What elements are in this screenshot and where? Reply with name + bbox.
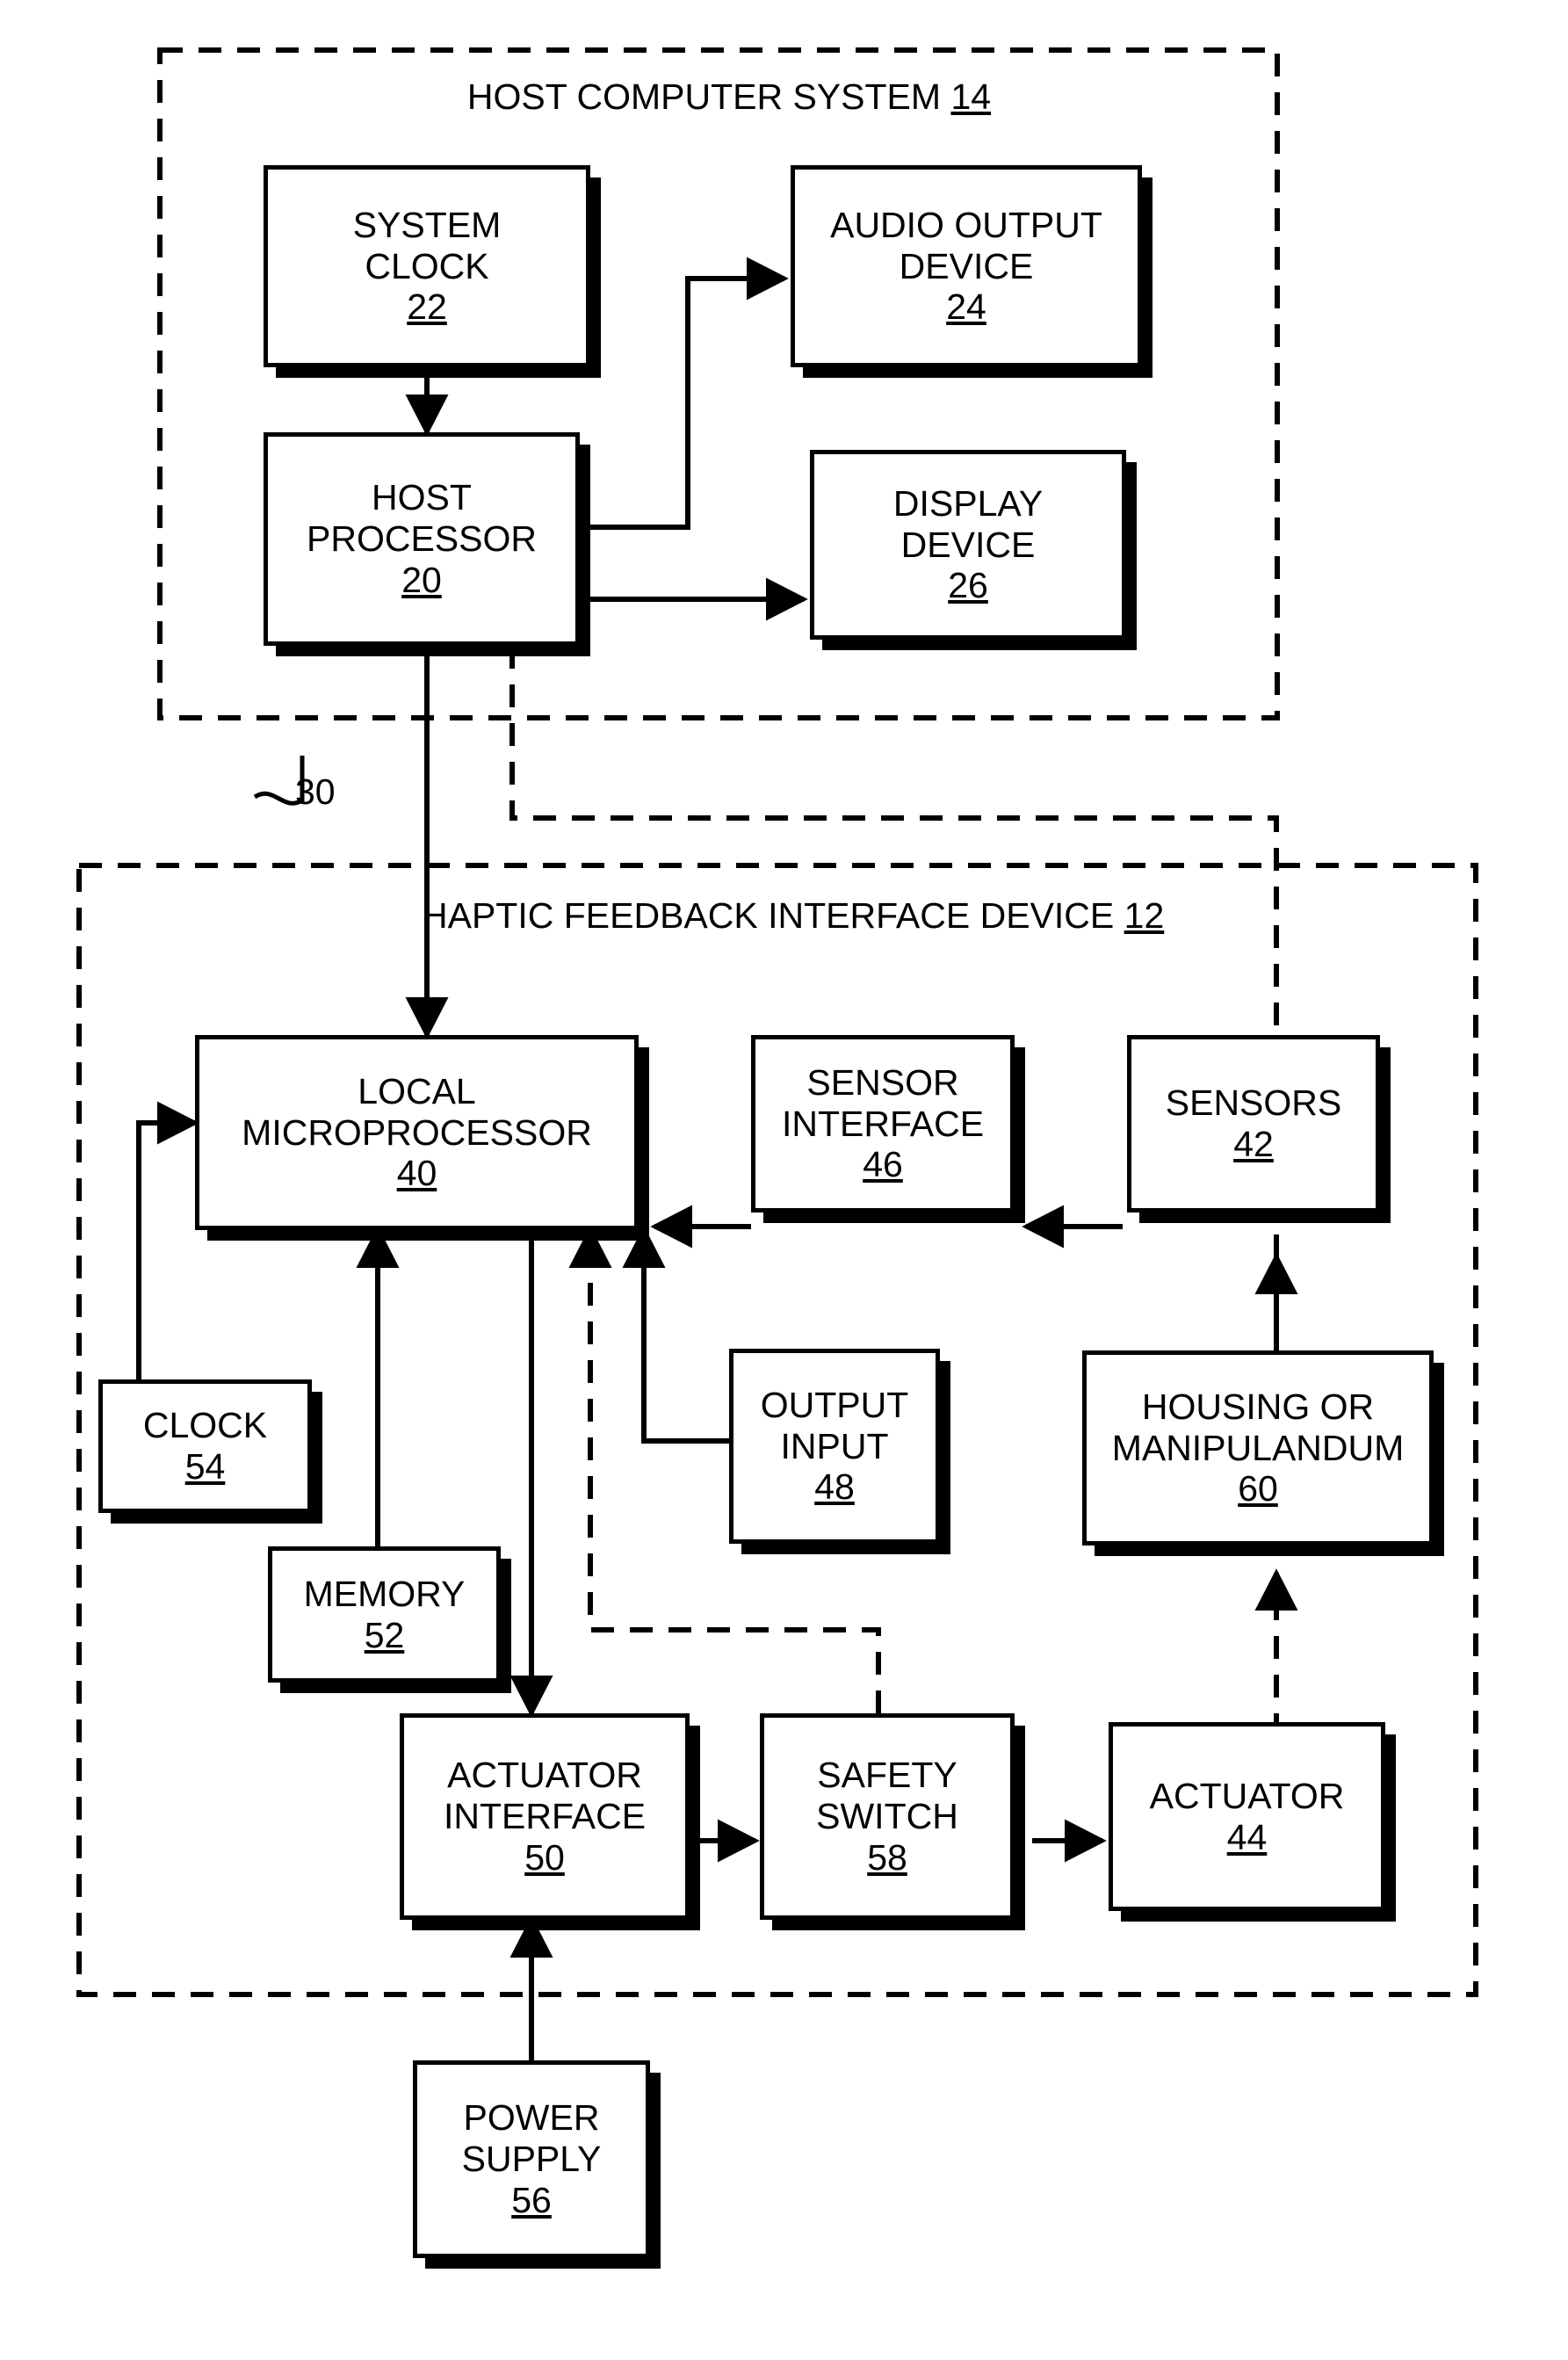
output-input-number: 48 xyxy=(814,1466,855,1508)
system-clock-line2: CLOCK xyxy=(365,245,489,286)
local-microprocessor-number: 40 xyxy=(396,1153,437,1194)
system-clock-number: 22 xyxy=(407,286,447,328)
block-actuator[interactable]: ACTUATOR 44 xyxy=(1109,1722,1385,1911)
power-supply-number: 56 xyxy=(511,2179,552,2220)
display-device-number: 26 xyxy=(948,565,988,606)
host-processor-line2: PROCESSOR xyxy=(307,518,537,560)
housing-number: 60 xyxy=(1238,1468,1278,1509)
block-sensors[interactable]: SENSORS 42 xyxy=(1127,1035,1380,1213)
block-sensor-interface[interactable]: SENSOR INTERFACE 46 xyxy=(751,1035,1015,1213)
block-memory[interactable]: MEMORY 52 xyxy=(268,1546,501,1683)
actuator-interface-line2: INTERFACE xyxy=(443,1796,647,1837)
actuator-interface-number: 50 xyxy=(524,1836,565,1878)
clock-line1: CLOCK xyxy=(142,1405,268,1446)
block-audio-output-device[interactable]: AUDIO OUTPUT DEVICE 24 xyxy=(791,165,1142,367)
safety-switch-line1: SAFETY xyxy=(817,1755,957,1796)
clock-number: 54 xyxy=(184,1446,226,1487)
housing-line2: MANIPULANDUM xyxy=(1111,1427,1405,1468)
actuator-interface-line1: ACTUATOR xyxy=(447,1755,642,1796)
block-local-microprocessor[interactable]: LOCAL MICROPROCESSOR 40 xyxy=(195,1035,639,1230)
system-clock-line1: SYSTEM xyxy=(352,204,502,245)
host-processor-line1: HOST xyxy=(372,477,472,518)
host-title-ref: 14 xyxy=(950,76,992,117)
block-system-clock[interactable]: SYSTEM CLOCK 22 xyxy=(264,165,590,367)
sensor-interface-line1: SENSOR xyxy=(806,1061,959,1103)
audio-output-line1: AUDIO OUTPUT xyxy=(830,204,1102,245)
wire-output-input-to-microprocessor xyxy=(622,1226,729,1444)
block-display-device[interactable]: DISPLAY DEVICE 26 xyxy=(810,450,1126,640)
housing-line1: HOUSING OR xyxy=(1141,1386,1375,1427)
sensors-number: 42 xyxy=(1233,1124,1274,1164)
output-input-line2: INPUT xyxy=(780,1425,889,1466)
actuator-line1: ACTUATOR xyxy=(1149,1775,1345,1816)
display-device-line1: DISPLAY xyxy=(892,482,1044,524)
block-clock[interactable]: CLOCK 54 xyxy=(98,1379,312,1513)
output-input-line1: OUTPUT xyxy=(760,1384,909,1425)
haptic-title-line1: HAPTIC FEEDBACK xyxy=(422,895,758,936)
haptic-title-line2: INTERFACE DEVICE xyxy=(768,895,1115,936)
safety-switch-line2: SWITCH xyxy=(816,1796,958,1837)
block-actuator-interface[interactable]: ACTUATOR INTERFACE 50 xyxy=(400,1713,690,1920)
actuator-number: 44 xyxy=(1226,1816,1268,1857)
haptic-title-ref: 12 xyxy=(1124,895,1165,936)
host-computer-system-title: HOST COMPUTER SYSTEM 14 xyxy=(369,76,1089,118)
block-output-input[interactable]: OUTPUT INPUT 48 xyxy=(729,1349,940,1544)
safety-switch-number: 58 xyxy=(867,1836,907,1878)
sensors-line1: SENSORS xyxy=(1165,1082,1342,1124)
block-housing-or-manipulandum[interactable]: HOUSING OR MANIPULANDUM 60 xyxy=(1082,1350,1434,1546)
block-power-supply[interactable]: POWER SUPPLY 56 xyxy=(413,2060,650,2258)
haptic-device-title: HAPTIC FEEDBACK INTERFACE DEVICE 12 xyxy=(422,895,1164,937)
wire-host-processor-to-audio xyxy=(580,257,789,530)
sensor-interface-line2: INTERFACE xyxy=(781,1103,985,1144)
local-microprocessor-line1: LOCAL xyxy=(358,1070,476,1111)
host-processor-number: 20 xyxy=(401,559,442,600)
local-microprocessor-line2: MICROPROCESSOR xyxy=(242,1111,592,1153)
power-supply-line2: SUPPLY xyxy=(461,2139,602,2180)
block-safety-switch[interactable]: SAFETY SWITCH 58 xyxy=(760,1713,1015,1920)
block-host-processor[interactable]: HOST PROCESSOR 20 xyxy=(264,432,580,646)
power-supply-line1: POWER xyxy=(463,2097,600,2139)
bus-reference-label: 30 xyxy=(295,771,336,812)
host-title-text: HOST COMPUTER SYSTEM xyxy=(466,76,942,117)
display-device-line2: DEVICE xyxy=(900,524,1036,565)
audio-output-line2: DEVICE xyxy=(899,245,1034,286)
memory-line1: MEMORY xyxy=(303,1573,466,1614)
memory-number: 52 xyxy=(364,1614,405,1655)
wire-clock-to-microprocessor xyxy=(136,1101,199,1379)
sensor-interface-number: 46 xyxy=(863,1144,903,1185)
audio-output-number: 24 xyxy=(946,286,986,328)
patent-figure-page: HOST COMPUTER SYSTEM 14 HAPTIC FEEDBACK … xyxy=(0,0,1568,2360)
